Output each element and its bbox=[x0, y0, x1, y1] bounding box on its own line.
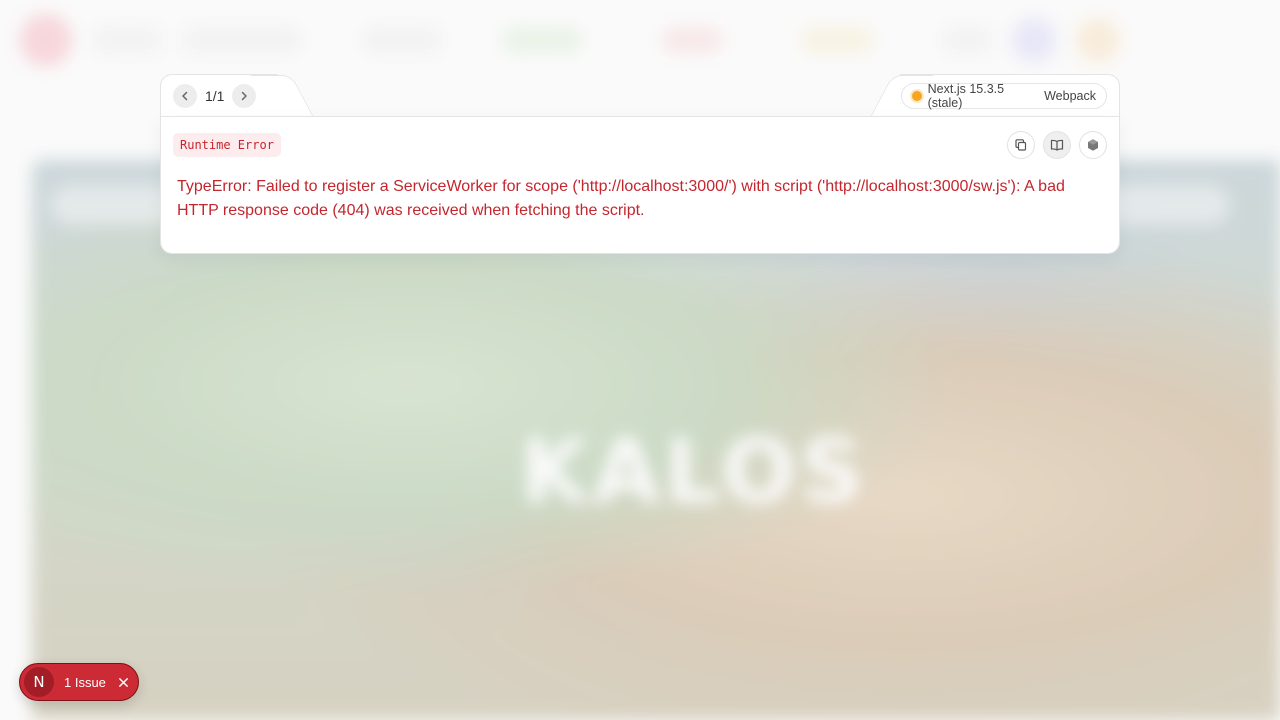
issues-badge[interactable]: N 1 Issue bbox=[19, 663, 139, 701]
error-type-badge: Runtime Error bbox=[173, 133, 281, 157]
copy-icon bbox=[1015, 139, 1027, 151]
error-dialog-body: Runtime Error TypeError: Failed to regis… bbox=[160, 116, 1120, 254]
dismiss-issues-button[interactable] bbox=[116, 674, 132, 690]
book-icon bbox=[1050, 139, 1064, 151]
next-error-button[interactable] bbox=[232, 83, 257, 108]
error-tools bbox=[1007, 131, 1107, 159]
version-badge[interactable]: Next.js 15.3.5 (stale) Webpack bbox=[901, 81, 1107, 110]
nextjs-logo-icon[interactable]: N bbox=[24, 667, 54, 697]
bundler-label: Webpack bbox=[1044, 88, 1096, 103]
error-dialog: 1/1 Next.js 15.3.5 (stale) Webpack Runti… bbox=[160, 74, 1120, 254]
nextjs-version-label: Next.js 15.3.5 (stale) bbox=[927, 81, 1005, 110]
copy-error-button[interactable] bbox=[1007, 131, 1035, 159]
close-icon bbox=[119, 677, 129, 687]
issues-count-label[interactable]: 1 Issue bbox=[64, 675, 106, 690]
chevron-right-icon bbox=[242, 91, 248, 100]
nodejs-inspector-button[interactable] bbox=[1079, 131, 1107, 159]
previous-error-button[interactable] bbox=[173, 83, 197, 108]
docs-button[interactable] bbox=[1043, 131, 1071, 159]
stale-status-dot bbox=[912, 90, 922, 101]
error-dialog-header: 1/1 Next.js 15.3.5 (stale) Webpack bbox=[160, 74, 1120, 116]
error-message: TypeError: Failed to register a ServiceW… bbox=[177, 178, 1065, 219]
error-pager-count: 1/1 bbox=[205, 87, 225, 104]
error-pagination: 1/1 bbox=[160, 74, 278, 116]
version-info-tab: Next.js 15.3.5 (stale) Webpack bbox=[900, 74, 1120, 116]
nodejs-icon bbox=[1088, 139, 1098, 151]
chevron-left-icon bbox=[182, 91, 188, 100]
